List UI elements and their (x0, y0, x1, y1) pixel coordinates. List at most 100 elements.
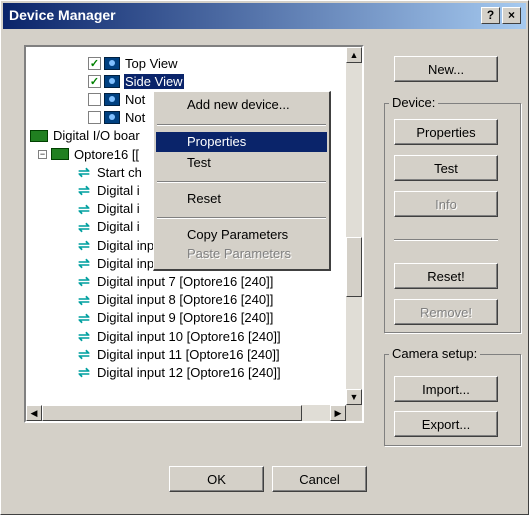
digital-io-icon: ⇌ (78, 255, 90, 272)
menu-separator (157, 124, 326, 126)
tree-item-label: Side View (124, 73, 184, 89)
window-title: Device Manager (9, 7, 116, 23)
import-button-label: Import... (422, 381, 470, 397)
digital-io-icon: ⇌ (78, 237, 90, 253)
io-board-icon (51, 148, 69, 160)
digital-io-icon: ⇌ (78, 182, 90, 199)
tree-item-label: Digital input 7 [Optore16 [240]] (97, 273, 274, 289)
tree-item-label: Digital input 12 [Optore16 [240]] (97, 364, 281, 380)
tree-item[interactable]: − Optore16 [[ (38, 144, 140, 164)
tree-item[interactable]: Not (88, 89, 146, 109)
scroll-corner (346, 405, 362, 421)
panel-divider (394, 239, 498, 241)
enable-checkbox[interactable]: ✓ (88, 74, 101, 88)
tree-item-label: Digital I/O boar (53, 128, 140, 144)
export-button-label: Export... (421, 416, 471, 432)
enable-checkbox[interactable] (88, 111, 101, 125)
properties-button-label: Properties (416, 124, 476, 140)
ok-button[interactable]: OK (169, 466, 264, 492)
scroll-right-arrow-icon[interactable]: ▶ (330, 405, 346, 421)
camera-icon (104, 74, 120, 88)
help-button[interactable]: ? (481, 7, 500, 24)
tree-item[interactable]: ✓ Side View (88, 71, 184, 91)
info-button-label: Info (435, 196, 457, 212)
new-button[interactable]: New... (394, 56, 498, 82)
digital-io-icon: ⇌ (78, 291, 90, 308)
new-button-label: New... (427, 61, 465, 77)
tree-item[interactable]: ⇌ Digital input 11 [Optore16 [240]] (76, 344, 281, 364)
menu-item-reset[interactable]: Reset (156, 189, 327, 209)
cancel-button-label: Cancel (299, 471, 340, 487)
tree-item-label: Digital i (97, 182, 140, 198)
tree-horizontal-scrollbar[interactable]: ◀ ▶ (26, 405, 346, 421)
tree-item-label: Not (125, 110, 146, 126)
export-button[interactable]: Export... (394, 411, 498, 437)
tree-item-label: Digital i (97, 219, 140, 235)
reset-button-label: Reset! (427, 268, 465, 284)
tree-item[interactable]: ⇌ Digital input 9 [Optore16 [240]] (76, 308, 274, 328)
device-group-label: Device: (389, 95, 439, 110)
close-button[interactable]: × (502, 7, 521, 24)
remove-button: Remove! (394, 299, 498, 325)
tree-vertical-scrollbar[interactable]: ▲ ▼ (346, 47, 362, 405)
camera-icon (104, 56, 120, 70)
digital-io-icon: ⇌ (78, 218, 90, 235)
menu-item-paste-parameters: Paste Parameters (187, 246, 292, 261)
title-bar[interactable]: Device Manager ? × (3, 3, 526, 29)
scroll-up-arrow-icon[interactable]: ▲ (346, 47, 362, 63)
info-button: Info (394, 191, 498, 217)
tree-item[interactable]: ⇌ Digital input 12 [Optore16 [240]] (76, 362, 282, 382)
hscroll-thumb[interactable] (42, 405, 302, 421)
tree-item-label: Digital i (97, 201, 140, 217)
menu-separator (157, 181, 326, 183)
test-button-label: Test (434, 160, 458, 176)
tree-item[interactable]: ⇌ Digital i (76, 180, 141, 200)
tree-item-label: Not (125, 91, 146, 107)
camera-icon (104, 111, 120, 125)
tree-item[interactable]: ⇌ Digital input 10 [Optore16 [240]] (76, 326, 282, 346)
tree-item-label: Start ch (97, 164, 142, 180)
tree-item[interactable]: ⇌ Start ch (76, 162, 143, 182)
enable-checkbox[interactable]: ✓ (88, 56, 101, 70)
digital-io-icon: ⇌ (78, 364, 90, 381)
device-manager-window: Device Manager ? × ✓ Top View ✓ Side View No… (0, 0, 529, 515)
menu-item-add-new-device[interactable]: Add new device... (156, 95, 327, 115)
menu-separator (157, 217, 326, 219)
digital-io-icon: ⇌ (78, 273, 90, 290)
menu-item-copy-parameters[interactable]: Copy Parameters (156, 225, 327, 245)
tree-item[interactable]: Digital I/O boar (30, 126, 141, 146)
menu-item-test[interactable]: Test (156, 153, 327, 173)
tree-item[interactable]: ⇌ Digital input 8 [Optore16 [240]] (76, 290, 274, 310)
camera-setup-label: Camera setup: (389, 346, 481, 361)
digital-io-icon: ⇌ (78, 309, 90, 326)
scroll-thumb[interactable] (346, 237, 362, 297)
cancel-button[interactable]: Cancel (272, 466, 367, 492)
tree-item-label: Top View (125, 55, 178, 71)
tree-item-label: Digital input 11 [Optore16 [240]] (97, 346, 280, 362)
tree-item[interactable]: ⇌ Digital input 7 [Optore16 [240]] (76, 271, 274, 291)
remove-button-label: Remove! (419, 304, 473, 320)
tree-item[interactable]: ⇌ Digital i (76, 199, 141, 219)
tree-item-label: Digital input 8 [Optore16 [240]] (97, 292, 274, 308)
menu-item-properties[interactable]: Properties (156, 132, 327, 152)
tree-item[interactable]: Not (88, 108, 146, 128)
collapse-toggle-icon[interactable]: − (38, 149, 47, 159)
tree-item[interactable]: ✓ Top View (88, 53, 179, 73)
enable-checkbox[interactable] (88, 92, 101, 106)
tree-item[interactable]: ⇌ Digital i (76, 217, 141, 237)
digital-io-icon: ⇌ (78, 346, 90, 363)
io-board-icon (30, 129, 48, 142)
tree-item-label: Optore16 [[ (74, 146, 140, 162)
digital-io-icon: ⇌ (78, 164, 90, 181)
ok-button-label: OK (207, 471, 226, 487)
digital-io-icon: ⇌ (78, 328, 90, 344)
import-button[interactable]: Import... (394, 376, 498, 402)
tree-item-label: Digital input 9 [Optore16 [240]] (97, 310, 274, 326)
reset-button[interactable]: Reset! (394, 263, 498, 289)
tree-item-label: Digital input 10 [Optore16 [240]] (97, 328, 281, 344)
test-button[interactable]: Test (394, 155, 498, 181)
digital-io-icon: ⇌ (78, 200, 90, 217)
scroll-down-arrow-icon[interactable]: ▼ (346, 389, 362, 405)
scroll-left-arrow-icon[interactable]: ◀ (26, 405, 42, 421)
properties-button[interactable]: Properties (394, 119, 498, 145)
